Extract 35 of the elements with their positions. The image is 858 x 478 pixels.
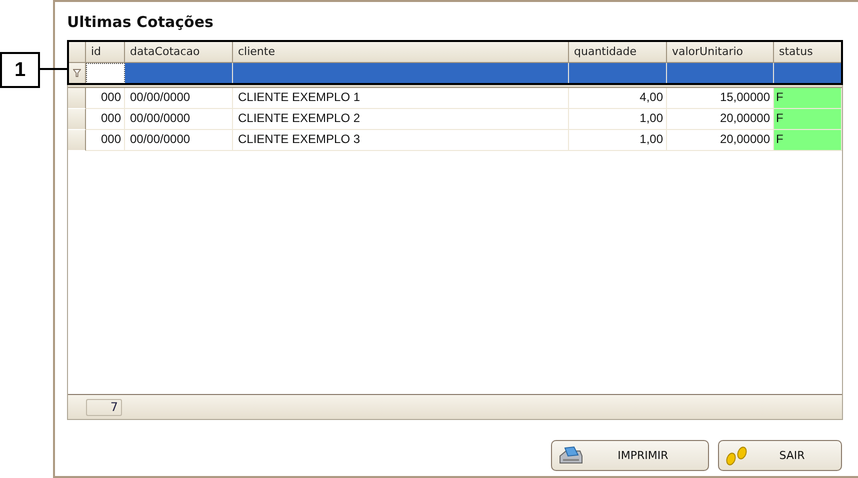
callout-label: 1: [0, 52, 40, 88]
column-header[interactable]: id: [86, 41, 125, 63]
table-cell: 1,00: [569, 130, 667, 151]
table-cell: F: [774, 88, 842, 109]
record-count: 7: [86, 398, 122, 416]
exit-button[interactable]: SAIR: [718, 440, 842, 471]
table-cell: F: [774, 109, 842, 130]
filter-icon[interactable]: [72, 69, 80, 77]
leader-line: [40, 68, 68, 70]
table-cell: 000: [86, 130, 125, 151]
table-cell: 00/00/0000: [125, 88, 233, 109]
table-cell: CLIENTE EXEMPLO 2: [233, 109, 569, 130]
table-cell: 000: [86, 109, 125, 130]
table-cell: 000: [86, 88, 125, 109]
column-header[interactable]: quantidade: [569, 41, 667, 63]
section-title: Ultimas Cotações: [67, 12, 214, 33]
row-selector[interactable]: [68, 130, 86, 151]
select-all-header[interactable]: [68, 41, 86, 63]
table-cell: 00/00/0000: [125, 109, 233, 130]
row-selector[interactable]: [68, 88, 86, 109]
filter-cell[interactable]: [86, 63, 125, 84]
table-cell: 4,00: [569, 88, 667, 109]
column-header[interactable]: dataCotacao: [125, 41, 233, 63]
table-cell: F: [774, 130, 842, 151]
table-cell: 00/00/0000: [125, 130, 233, 151]
table-cell: 1,00: [569, 109, 667, 130]
row-selector[interactable]: [68, 109, 86, 130]
column-header[interactable]: status: [774, 41, 842, 63]
column-header[interactable]: valorUnitario: [667, 41, 774, 63]
footprints-icon: [725, 444, 749, 466]
printer-icon: [558, 446, 584, 466]
print-button[interactable]: IMPRIMIR: [551, 440, 709, 471]
column-header[interactable]: cliente: [233, 41, 569, 63]
table-cell: CLIENTE EXEMPLO 1: [233, 88, 569, 109]
table-cell: CLIENTE EXEMPLO 3: [233, 130, 569, 151]
